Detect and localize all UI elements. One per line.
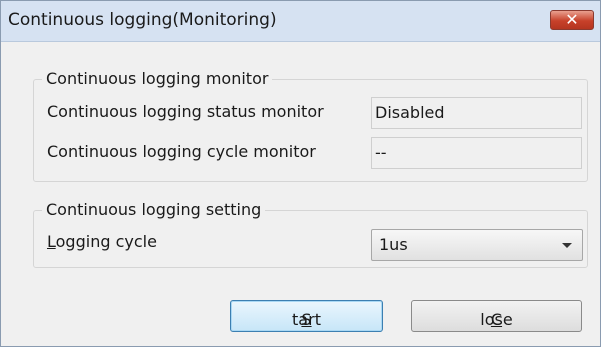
status-monitor-field: Disabled: [371, 97, 582, 129]
start-label-text: tart: [292, 310, 321, 329]
start-button[interactable]: Start: [230, 300, 383, 332]
chevron-down-icon[interactable]: [562, 243, 572, 248]
dialog-window: Continuous logging(Monitoring) ✕ Continu…: [0, 0, 601, 347]
cycle-monitor-label: Continuous logging cycle monitor: [47, 142, 316, 161]
logging-cycle-value: 1us: [379, 235, 408, 254]
cycle-monitor-value: --: [375, 143, 387, 162]
logging-cycle-select[interactable]: 1us: [371, 229, 583, 261]
dialog-body: Continuous logging monitor Continuous lo…: [1, 42, 600, 346]
close-icon: ✕: [565, 10, 579, 29]
window-title: Continuous logging(Monitoring): [8, 10, 277, 30]
setting-group: Continuous logging setting Logging cycle…: [33, 199, 588, 268]
close-button[interactable]: Close: [411, 300, 582, 332]
monitor-group-title: Continuous logging monitor: [42, 68, 273, 90]
logging-cycle-label-text: ogging cycle: [55, 232, 157, 251]
status-monitor-label: Continuous logging status monitor: [47, 102, 324, 121]
close-window-button[interactable]: ✕: [550, 10, 594, 30]
logging-cycle-mnemonic: L: [47, 232, 56, 251]
setting-group-title: Continuous logging setting: [42, 199, 266, 221]
status-monitor-value: Disabled: [375, 103, 445, 122]
logging-cycle-label: Logging cycle: [47, 231, 157, 253]
title-bar[interactable]: Continuous logging(Monitoring) ✕: [1, 1, 600, 42]
monitor-group: Continuous logging monitor Continuous lo…: [33, 68, 588, 182]
cycle-monitor-field: --: [371, 137, 582, 169]
close-label-text: lose: [480, 310, 513, 329]
